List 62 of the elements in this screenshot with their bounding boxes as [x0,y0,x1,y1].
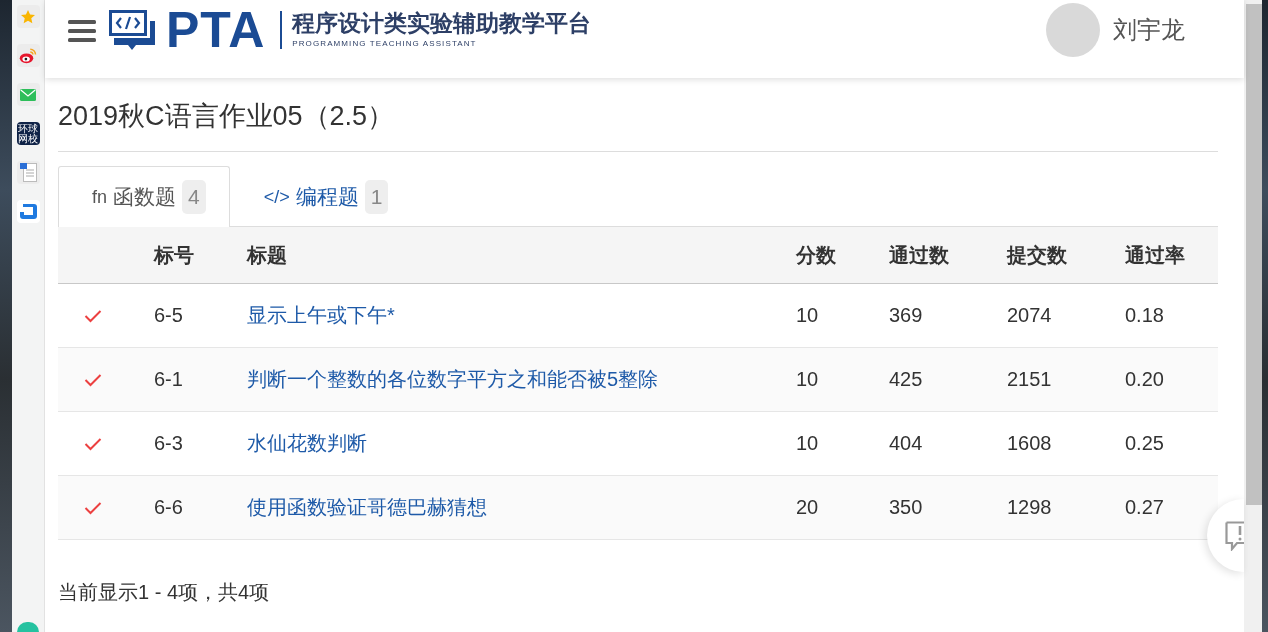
feedback-icon [1225,520,1244,551]
count-badge: 1 [364,180,389,214]
scrollbar-track[interactable] [1244,0,1262,632]
problem-title-link[interactable]: 显示上午或下午* [247,302,395,329]
logo-link[interactable]: PTA 程序设计类实验辅助教学平台 PROGRAMMING TEACHING ASSISTANT [108,8,592,52]
logo-title: 程序设计类实验辅助教学平台 [292,11,592,37]
tab[interactable]: fn 函数题 4 [58,166,230,227]
accepted-count-cell: 425 [889,368,923,391]
round-app-icon[interactable] [17,622,39,632]
problem-id-cell: 6-5 [154,304,183,327]
column-header: 分数 [796,242,837,268]
submission-count-cell: 2074 [1007,304,1052,327]
count-badge: 4 [182,180,206,214]
eye-logo-icon [19,47,37,64]
submission-count-cell: 1608 [1007,432,1052,455]
monitor-code-icon [108,9,156,51]
submission-count-cell: 1298 [1007,496,1052,519]
star-icon [20,8,36,25]
function-icon: fn [92,186,107,208]
column-header: 通过率 [1125,242,1186,268]
page-title: 2019秋C语言作业05（2.5） [58,78,1218,152]
pass-rate-cell: 0.27 [1125,496,1164,519]
score-cell: 20 [796,496,819,519]
problem-id-cell: 6-6 [154,496,183,519]
problem-id-cell: 6-3 [154,432,183,455]
document-icon [19,163,37,182]
user-avatar[interactable] [1046,3,1100,57]
app-tile-button[interactable]: 环球网校 [16,122,40,145]
sidebar-button[interactable] [16,200,40,223]
problem-id-cell: 6-1 [154,368,183,391]
logo-subtitle: PROGRAMMING TEACHING ASSISTANT [292,39,478,49]
column-header: 标号 [154,242,195,268]
pass-rate-cell: 0.20 [1125,368,1164,391]
envelope-icon [20,88,36,101]
problem-title-link[interactable]: 判断一个整数的各位数字平方之和能否被5整除 [247,366,659,393]
accepted-count-cell: 404 [889,432,923,455]
score-cell: 10 [796,368,819,391]
tab[interactable]: </> 编程题 1 [229,166,413,227]
column-header: 提交数 [1007,242,1068,268]
score-cell: 10 [796,432,819,455]
problem-title-link[interactable]: 水仙花数判断 [247,430,367,457]
user-name[interactable]: 刘宇龙 [1113,15,1185,45]
pagination-summary: 当前显示1 - 4项，共4项 [58,580,271,604]
column-header: 标题 [247,242,288,268]
logo-wordmark: PTA [166,10,266,50]
code-icon: </> [263,186,290,208]
sidebar-button[interactable] [16,44,40,67]
pass-rate-cell: 0.25 [1125,432,1164,455]
feedback-button[interactable] [1207,499,1244,572]
menu-button[interactable] [68,20,96,42]
column-header: 通过数 [889,242,950,268]
submission-count-cell: 2151 [1007,368,1052,391]
pass-rate-cell: 0.18 [1125,304,1164,327]
sidebar-button[interactable] [16,161,40,184]
menu-icon [68,20,96,42]
accepted-count-cell: 350 [889,496,923,519]
sidebar-button[interactable] [16,83,40,106]
problem-title-link[interactable]: 使用函数验证哥德巴赫猜想 [247,494,487,521]
accepted-count-cell: 369 [889,304,923,327]
app-icon [19,204,37,219]
scrollbar-thumb[interactable] [1246,4,1262,505]
score-cell: 10 [796,304,819,327]
